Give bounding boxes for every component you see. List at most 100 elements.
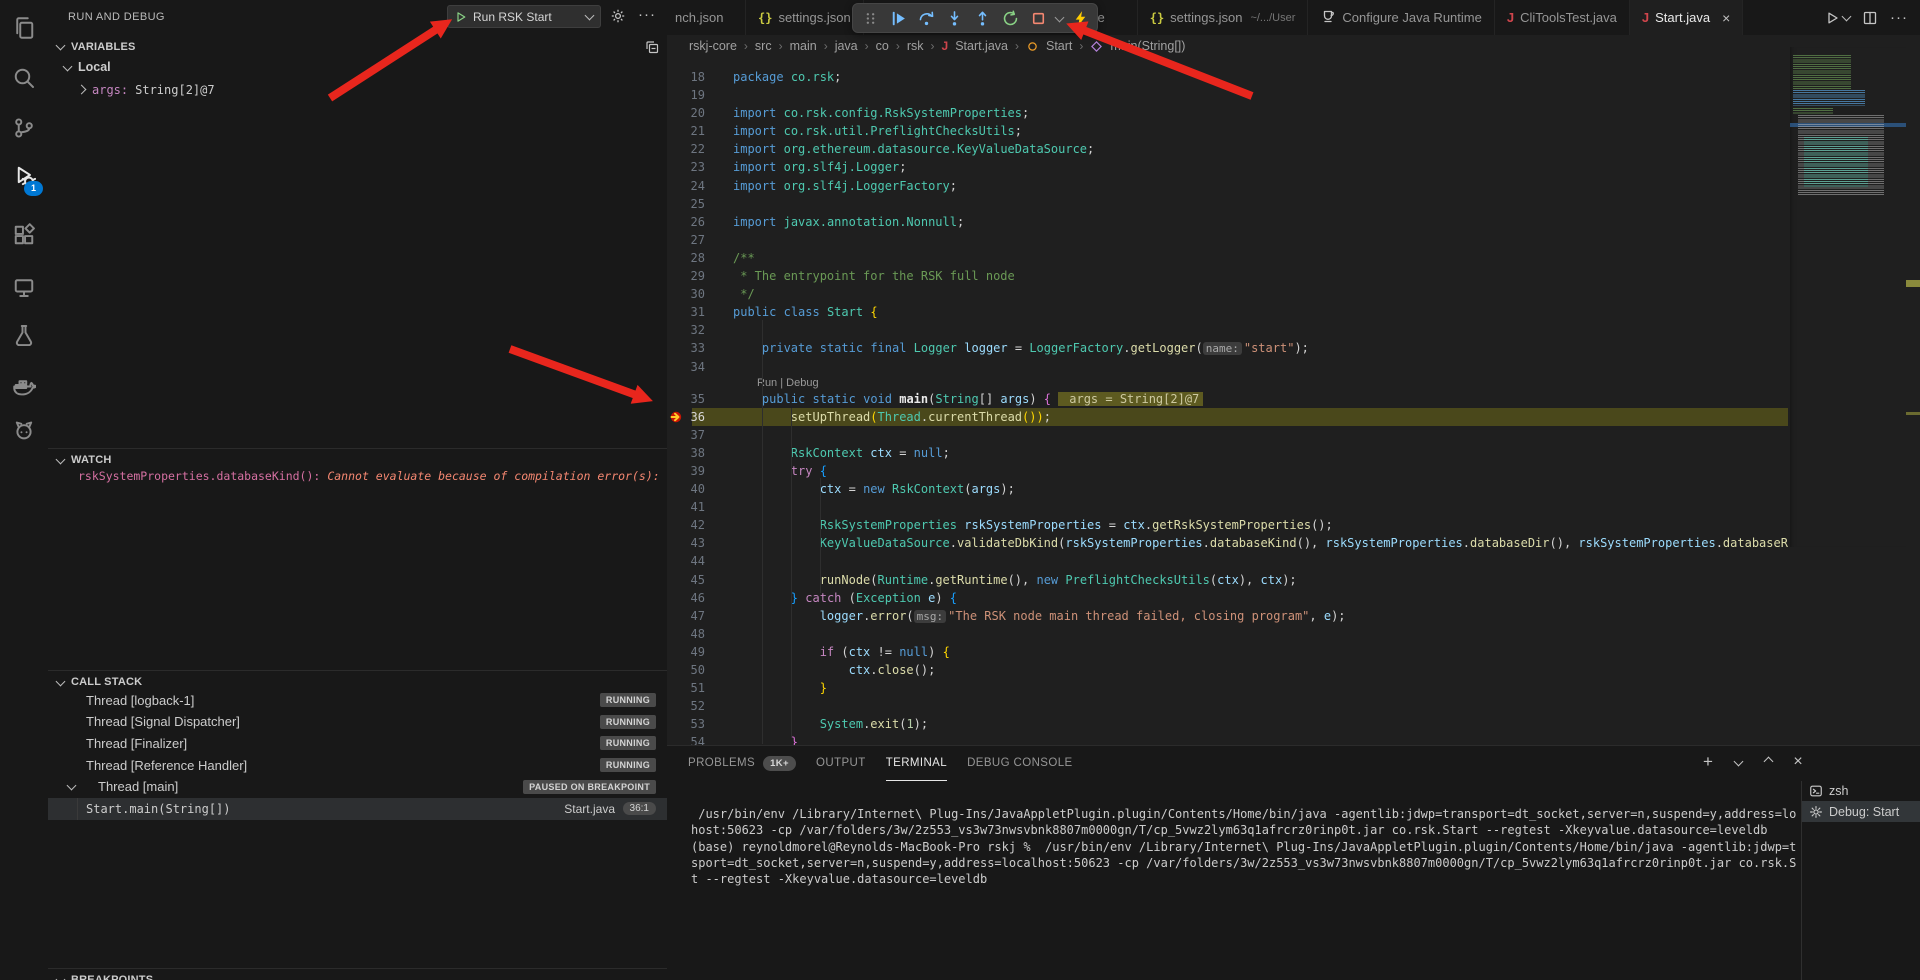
line-number[interactable]: 45 [667, 571, 705, 589]
source-control-icon[interactable] [0, 106, 48, 150]
split-editor-icon[interactable] [1862, 10, 1878, 26]
breadcrumb-item-start[interactable]: Start [1046, 39, 1072, 53]
watch-section-header[interactable]: WATCH [48, 448, 667, 469]
line-number[interactable]: 34 [667, 358, 705, 376]
explorer-icon[interactable] [0, 6, 48, 50]
line-number[interactable]: 51 [667, 679, 705, 697]
line-number[interactable]: 43 [667, 534, 705, 552]
run-play-icon[interactable] [455, 11, 467, 23]
tab-settings-json[interactable]: {}settings.json [746, 0, 864, 35]
breadcrumb-item-src[interactable]: src [755, 39, 772, 53]
line-number[interactable]: 18 [667, 68, 705, 86]
line-number[interactable]: 35 [667, 390, 705, 408]
step-out-icon[interactable] [970, 6, 994, 30]
line-number[interactable]: 22 [667, 140, 705, 158]
line-number[interactable]: 32 [667, 321, 705, 339]
terminal-menu-icon[interactable] [1728, 752, 1748, 772]
breadcrumb-item-start-java[interactable]: Start.java [955, 39, 1008, 53]
line-number[interactable]: 28 [667, 249, 705, 267]
line-number[interactable]: 41 [667, 498, 705, 516]
remote-explorer-icon[interactable] [0, 265, 48, 309]
tab-settings-json[interactable]: {}settings.json~/.../User [1138, 0, 1309, 35]
search-icon[interactable] [0, 56, 48, 100]
line-number[interactable]: 27 [667, 231, 705, 249]
breadcrumb[interactable]: rskj-core›src›main›java›co›rsk›JStart.ja… [689, 35, 1185, 57]
codelens-run-debug[interactable]: Run | Debug [667, 376, 1790, 390]
close-panel-icon[interactable]: × [1788, 752, 1808, 772]
panel-tab-terminal[interactable]: TERMINAL [886, 746, 947, 781]
restart-icon[interactable] [998, 6, 1022, 30]
close-icon[interactable]: × [1722, 10, 1730, 26]
line-number[interactable]: 47 [667, 607, 705, 625]
run-config-dropdown[interactable]: Run RSK Start [447, 5, 601, 28]
terminal-output[interactable]: /usr/bin/env /Library/Internet\ Plug-Ins… [691, 806, 1796, 887]
line-number[interactable]: 19 [667, 86, 705, 104]
line-number[interactable]: 25 [667, 195, 705, 213]
stop-menu-icon[interactable] [1054, 6, 1064, 30]
code-editor[interactable]: 18package co.rsk;1920import co.rsk.confi… [667, 68, 1790, 751]
extensions-icon[interactable] [0, 213, 48, 257]
step-into-icon[interactable] [942, 6, 966, 30]
hot-code-replace-icon[interactable] [1068, 6, 1092, 30]
testing-icon[interactable] [0, 313, 48, 357]
line-number[interactable]: 49 [667, 643, 705, 661]
tab-nch-json[interactable]: nch.json [667, 0, 746, 35]
line-number[interactable]: 53 [667, 715, 705, 733]
breadcrumb-item-main-string[interactable]: main(String[]) [1110, 39, 1185, 53]
call-stack-frame-selected[interactable]: Start.main(String[])Start.java36:1 [48, 798, 667, 820]
call-stack-thread[interactable]: Thread [logback-1]RUNNING [48, 689, 667, 711]
line-number[interactable]: 38 [667, 444, 705, 462]
collapse-all-icon[interactable] [644, 39, 660, 58]
stop-icon[interactable] [1026, 6, 1050, 30]
variables-scope-local[interactable]: Local [64, 60, 111, 74]
terminal-session-zsh[interactable]: zsh [1802, 780, 1920, 801]
line-number[interactable]: 29 [667, 267, 705, 285]
panel-tab-debug-console[interactable]: DEBUG CONSOLE [967, 746, 1073, 781]
line-number[interactable]: 26 [667, 213, 705, 231]
variable-args-row[interactable]: args: String[2]@7 [78, 83, 215, 97]
call-stack-thread[interactable]: Thread [Reference Handler]RUNNING [48, 754, 667, 776]
call-stack-thread[interactable]: Thread [Signal Dispatcher]RUNNING [48, 711, 667, 733]
call-stack-thread[interactable]: Thread [Finalizer]RUNNING [48, 732, 667, 754]
terminal-session-debug-start[interactable]: Debug: Start [1802, 801, 1920, 822]
tab-start-java[interactable]: JStart.java× [1630, 0, 1743, 35]
line-number[interactable]: 24 [667, 177, 705, 195]
line-number[interactable]: 39 [667, 462, 705, 480]
breadcrumb-item-rskj-core[interactable]: rskj-core [689, 39, 737, 53]
line-number[interactable]: 21 [667, 122, 705, 140]
breadcrumb-item-co[interactable]: co [876, 39, 889, 53]
line-number[interactable]: 23 [667, 158, 705, 176]
line-number[interactable]: 33 [667, 339, 705, 357]
more-actions-icon[interactable]: ··· [638, 6, 656, 23]
new-terminal-icon[interactable]: + [1698, 752, 1718, 772]
line-number[interactable]: 30 [667, 285, 705, 303]
gear-icon[interactable] [610, 8, 626, 27]
line-number[interactable]: 42 [667, 516, 705, 534]
line-number[interactable]: 48 [667, 625, 705, 643]
watch-item[interactable]: rskSystemProperties.databaseKind(): Cann… [78, 469, 658, 483]
line-number[interactable]: 31 [667, 303, 705, 321]
tab-configure-java-runtime[interactable]: Configure Java Runtime [1308, 0, 1494, 35]
line-number[interactable]: 44 [667, 552, 705, 570]
panel-tab-output[interactable]: OUTPUT [816, 746, 866, 781]
call-stack-section-header[interactable]: CALL STACK [48, 670, 667, 691]
line-number[interactable]: 46 [667, 589, 705, 607]
variables-section-header[interactable]: VARIABLES [48, 37, 667, 56]
line-number[interactable]: 52 [667, 697, 705, 715]
maximize-panel-icon[interactable] [1758, 752, 1778, 772]
step-over-icon[interactable] [914, 6, 938, 30]
line-number[interactable]: 20 [667, 104, 705, 122]
run-and-debug-icon[interactable]: 1 [0, 154, 48, 198]
docker-icon[interactable] [0, 363, 48, 407]
breakpoints-section-header[interactable]: BREAKPOINTS [48, 968, 667, 980]
pets-icon[interactable] [0, 408, 48, 452]
run-icon[interactable] [1824, 10, 1850, 26]
breadcrumb-item-main[interactable]: main [790, 39, 817, 53]
breadcrumb-item-rsk[interactable]: rsk [907, 39, 924, 53]
continue-icon[interactable] [886, 6, 910, 30]
line-number[interactable]: 40 [667, 480, 705, 498]
panel-tab-problems[interactable]: PROBLEMS1K+ [688, 746, 796, 781]
paused-breakpoint-icon[interactable] [669, 410, 684, 429]
line-number[interactable]: 50 [667, 661, 705, 679]
call-stack-thread[interactable]: Thread [main]PAUSED ON BREAKPOINT [48, 776, 667, 798]
